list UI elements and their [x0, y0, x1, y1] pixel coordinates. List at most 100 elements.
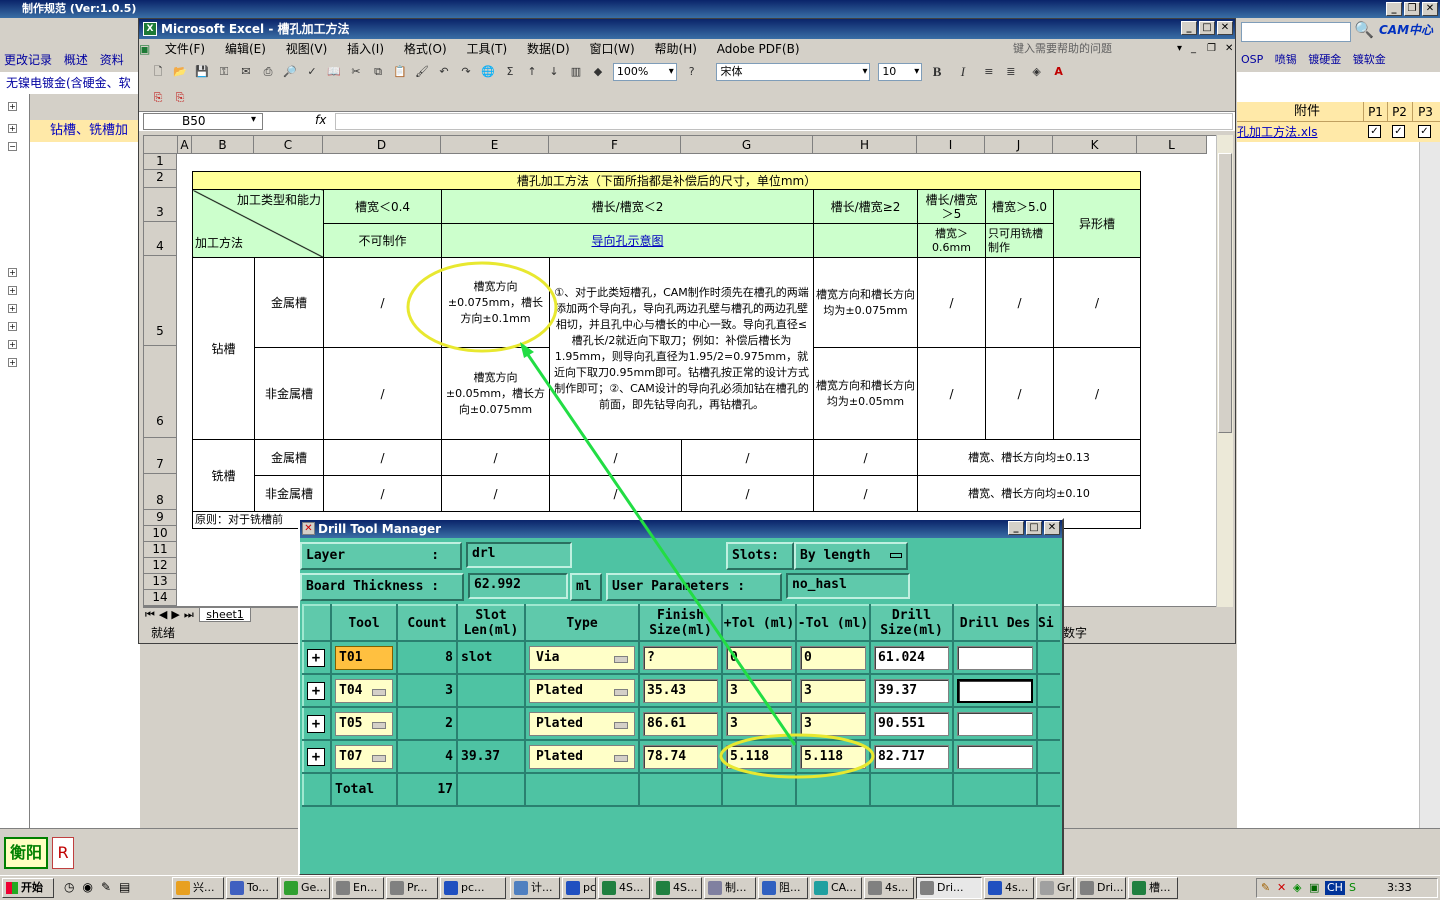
row-header[interactable]: 9	[144, 510, 177, 526]
autosum-icon[interactable]: Σ	[500, 62, 520, 82]
menu-data[interactable]: 数据(D)	[519, 39, 578, 59]
row-header[interactable]: 5	[144, 256, 177, 346]
drill-des-field[interactable]	[957, 711, 1033, 736]
table-row[interactable]: + T04 3 Plated 35.43 3 3 39.37	[302, 673, 1060, 708]
col-header[interactable]: A	[178, 136, 192, 154]
pdf-convert-icon[interactable]: ⎘	[148, 88, 168, 108]
drill-des-field[interactable]	[957, 744, 1033, 769]
menu-file[interactable]: 文件(F)	[157, 39, 213, 59]
minus-tol-field[interactable]: 3	[800, 711, 866, 736]
research-icon[interactable]: 📖	[324, 62, 344, 82]
tab-soft-gold[interactable]: 镀软金	[1349, 53, 1390, 66]
tab-osp[interactable]: OSP	[1237, 53, 1267, 66]
menu-view[interactable]: 视图(V)	[278, 39, 336, 59]
fill-color-icon[interactable]: ◈	[1027, 62, 1047, 82]
tree-expand-icon[interactable]: +	[8, 304, 17, 313]
tray-network-icon[interactable]: ▣	[1309, 879, 1319, 897]
outer-scrollbar[interactable]	[1419, 142, 1440, 828]
font-size-select[interactable]: 10	[878, 63, 923, 81]
undo-icon[interactable]: ↶	[434, 62, 454, 82]
header-drill-des[interactable]: Drill Des	[952, 604, 1038, 642]
sort-asc-icon[interactable]: ↑	[522, 62, 542, 82]
plus-tol-field[interactable]: 5.118	[726, 744, 792, 769]
minus-tol-field[interactable]: 3	[800, 678, 866, 703]
globe-launch-icon[interactable]: ◉	[82, 880, 100, 894]
drill-size-field[interactable]: 82.717	[874, 744, 949, 769]
sheet-tab-sheet1[interactable]: sheet1	[199, 608, 251, 622]
expand-icon[interactable]: +	[307, 681, 325, 700]
header-slot-len[interactable]: Slot Len(ml)	[456, 604, 526, 642]
help-question-input[interactable]: 键入需要帮助的问题	[1005, 39, 1120, 59]
tab-first-icon[interactable]: ⏮	[143, 608, 157, 621]
taskbar-item[interactable]: CA...	[810, 877, 862, 899]
col-header[interactable]: B	[192, 136, 254, 154]
excel-maximize-button[interactable]: □	[1199, 21, 1215, 35]
row-header[interactable]: 7	[144, 438, 177, 474]
new-icon[interactable]: 🗋	[148, 62, 168, 82]
vertical-scrollbar[interactable]	[1216, 135, 1233, 607]
attachment-link[interactable]: 孔加工方法.xls	[1237, 122, 1363, 142]
header-finish-size[interactable]: Finish Size(ml)	[638, 604, 723, 642]
menu-tools[interactable]: 工具(T)	[459, 39, 516, 59]
slots-dropdown[interactable]: By length	[794, 542, 908, 570]
row-header[interactable]: 2	[144, 170, 177, 188]
outer-search-input[interactable]	[1241, 22, 1351, 42]
type-dropdown[interactable]: Plated	[529, 711, 635, 736]
taskbar-item[interactable]: Ge...	[280, 877, 330, 899]
print-icon[interactable]: ⎙	[258, 62, 278, 82]
drill-maximize-button[interactable]: □	[1026, 521, 1042, 535]
header-si[interactable]: Si	[1036, 604, 1060, 642]
r-button[interactable]: R	[52, 837, 74, 869]
finish-size-field[interactable]: 35.43	[643, 678, 718, 703]
tree-expand-icon[interactable]: +	[8, 124, 17, 133]
row-header[interactable]: 4	[144, 222, 177, 256]
col-header[interactable]: D	[323, 136, 441, 154]
user-params-field[interactable]: no_hasl	[786, 573, 910, 599]
col-header[interactable]: H	[813, 136, 917, 154]
drawing-icon[interactable]: ◆	[588, 62, 608, 82]
col-header[interactable]: I	[917, 136, 985, 154]
select-all[interactable]	[144, 136, 178, 154]
menu-insert[interactable]: 插入(I)	[339, 39, 392, 59]
tool-id[interactable]: T07	[335, 744, 393, 769]
table-row[interactable]: + T05 2 Plated 86.61 3 3 90.551	[302, 706, 1060, 741]
taskbar-item[interactable]: 槽...	[1128, 877, 1178, 899]
tab-hard-gold[interactable]: 镀硬金	[1304, 53, 1345, 66]
col-header[interactable]: E	[441, 136, 549, 154]
drill-des-field[interactable]	[957, 645, 1033, 670]
row-header[interactable]: 6	[144, 346, 177, 438]
cut-icon[interactable]: ✂	[346, 62, 366, 82]
minus-tol-field[interactable]: 0	[800, 645, 866, 670]
plus-tol-field[interactable]: 0	[726, 645, 792, 670]
row-header[interactable]: 1	[144, 154, 177, 170]
plus-tol-field[interactable]: 3	[726, 711, 792, 736]
hyperlink-icon[interactable]: 🌐	[478, 62, 498, 82]
italic-button[interactable]: I	[953, 62, 973, 82]
align-left-icon[interactable]: ≡	[979, 62, 999, 82]
clock-launch-icon[interactable]: ◷	[64, 880, 82, 894]
tray-x-icon[interactable]: ✕	[1277, 879, 1286, 897]
layer-field[interactable]: drl	[466, 542, 572, 568]
taskbar-item[interactable]: 4s...	[984, 877, 1034, 899]
col-header[interactable]: F	[549, 136, 681, 154]
permission-icon[interactable]: ⚿	[214, 62, 234, 82]
minimize-button[interactable]: _	[1386, 2, 1402, 16]
outer-selected-row[interactable]: 钻槽、铣槽加	[30, 120, 140, 142]
tab-prev-icon[interactable]: ◀	[157, 608, 169, 621]
board-thickness-field[interactable]: 62.992	[468, 573, 568, 599]
tree-expand-icon[interactable]: +	[8, 286, 17, 295]
minus-tol-field[interactable]: 5.118	[800, 744, 866, 769]
drill-size-field[interactable]: 90.551	[874, 711, 949, 736]
tab-hasl[interactable]: 喷锡	[1271, 53, 1301, 66]
tree-expand-icon[interactable]: +	[8, 358, 17, 367]
taskbar-item[interactable]: Gr...	[1036, 877, 1074, 899]
drill-des-field[interactable]	[957, 678, 1033, 703]
finish-size-field[interactable]: ?	[643, 645, 718, 670]
name-box-dropdown-icon[interactable]: ▾	[251, 114, 256, 125]
fx-icon[interactable]: fx	[315, 113, 326, 127]
close-button[interactable]: ✕	[1422, 2, 1438, 16]
tray-s-icon[interactable]: S	[1349, 879, 1356, 897]
tree-expand-icon[interactable]: +	[8, 322, 17, 331]
taskbar-item[interactable]: En...	[332, 877, 384, 899]
row-header[interactable]: 11	[144, 542, 177, 558]
